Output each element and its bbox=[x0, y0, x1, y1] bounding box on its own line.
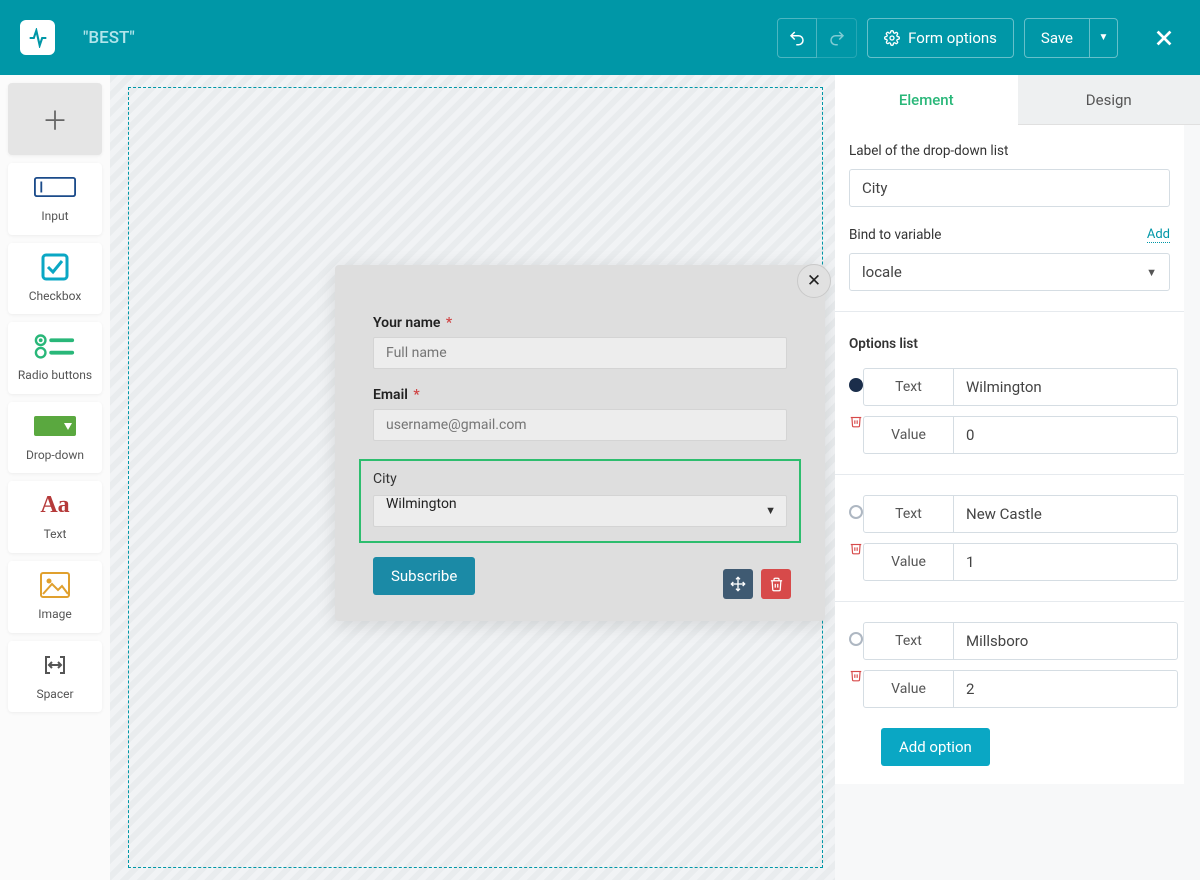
option-text-input[interactable] bbox=[954, 496, 1177, 532]
option-row: Text Value bbox=[849, 368, 1170, 454]
city-select[interactable]: Wilmington ▼ bbox=[373, 495, 787, 527]
add-variable-link[interactable]: Add bbox=[1147, 227, 1170, 243]
field-email[interactable]: Email * bbox=[373, 387, 787, 441]
form-name: "BEST" bbox=[83, 28, 135, 48]
palette-add[interactable]: ＋ bbox=[8, 83, 102, 155]
option-row: Text Value bbox=[849, 622, 1170, 708]
name-input[interactable] bbox=[373, 337, 787, 369]
option-text-key: Text bbox=[864, 496, 954, 532]
redo-button[interactable] bbox=[817, 18, 857, 58]
city-value: Wilmington bbox=[386, 496, 457, 512]
subscribe-label: Subscribe bbox=[391, 567, 457, 585]
sidebar-tabs: Element Design bbox=[835, 75, 1200, 125]
option-value-input[interactable] bbox=[954, 544, 1177, 580]
save-dropdown-button[interactable]: ▼ bbox=[1090, 18, 1118, 58]
palette-item-label: Drop-down bbox=[26, 448, 84, 464]
caret-down-icon: ▼ bbox=[1099, 32, 1109, 43]
palette-item-label: Text bbox=[44, 527, 67, 543]
palette-item-label: Radio buttons bbox=[18, 368, 92, 384]
option-value-key: Value bbox=[864, 417, 954, 453]
bind-variable-select[interactable]: locale ▼ bbox=[849, 253, 1170, 291]
option-value-key: Value bbox=[864, 671, 954, 707]
palette-item-label: Checkbox bbox=[29, 289, 82, 305]
close-editor-button[interactable] bbox=[1148, 22, 1180, 54]
tab-element[interactable]: Element bbox=[835, 75, 1018, 125]
palette-item-label: Spacer bbox=[36, 687, 73, 703]
form-preview: ✕ Your name * Email * City Wilmington ▼ … bbox=[335, 265, 825, 621]
palette-text[interactable]: Aa Text bbox=[8, 481, 102, 553]
subscribe-button[interactable]: Subscribe bbox=[373, 557, 475, 595]
element-panel: Label of the drop-down list Bind to vari… bbox=[835, 125, 1184, 784]
add-option-label: Add option bbox=[899, 738, 972, 756]
move-icon bbox=[730, 576, 746, 592]
email-input[interactable] bbox=[373, 409, 787, 441]
input-icon bbox=[34, 173, 76, 201]
radio-icon bbox=[34, 332, 76, 360]
form-options-button[interactable]: Form options bbox=[867, 18, 1014, 58]
palette-spacer[interactable]: Spacer bbox=[8, 641, 102, 713]
image-icon bbox=[34, 571, 76, 599]
form-close-button[interactable]: ✕ bbox=[797, 264, 831, 298]
palette-input[interactable]: Input bbox=[8, 163, 102, 235]
option-value-input[interactable] bbox=[954, 671, 1177, 707]
bind-variable-title: Bind to variable bbox=[849, 227, 941, 243]
delete-element-button[interactable] bbox=[761, 569, 791, 599]
palette-radio[interactable]: Radio buttons bbox=[8, 322, 102, 394]
name-label: Your name * bbox=[373, 315, 787, 331]
option-delete-button[interactable] bbox=[849, 668, 863, 686]
option-delete-button[interactable] bbox=[849, 414, 863, 432]
option-default-radio[interactable] bbox=[849, 632, 863, 646]
trash-icon bbox=[769, 577, 784, 592]
options-list-title: Options list bbox=[849, 336, 1170, 352]
text-icon: Aa bbox=[34, 491, 76, 519]
option-default-radio[interactable] bbox=[849, 505, 863, 519]
properties-sidebar: Element Design Label of the drop-down li… bbox=[835, 75, 1200, 880]
email-label: Email * bbox=[373, 387, 787, 403]
field-city-selected[interactable]: City Wilmington ▼ bbox=[359, 459, 801, 543]
bind-variable-value: locale bbox=[862, 263, 902, 281]
option-row: Text Value bbox=[849, 495, 1170, 581]
palette-checkbox[interactable]: Checkbox bbox=[8, 243, 102, 315]
separator bbox=[835, 601, 1184, 602]
plus-icon: ＋ bbox=[42, 101, 68, 138]
add-option-button[interactable]: Add option bbox=[881, 728, 990, 766]
option-text-input[interactable] bbox=[954, 369, 1177, 405]
option-value-key: Value bbox=[864, 544, 954, 580]
label-of-dropdown-title: Label of the drop-down list bbox=[849, 143, 1170, 159]
save-button[interactable]: Save bbox=[1024, 18, 1090, 58]
chevron-down-icon: ▼ bbox=[1146, 266, 1157, 279]
label-input[interactable] bbox=[849, 169, 1170, 207]
dropdown-icon bbox=[34, 412, 76, 440]
form-options-label: Form options bbox=[908, 29, 997, 47]
option-text-input[interactable] bbox=[954, 623, 1177, 659]
checkbox-icon bbox=[34, 253, 76, 281]
move-element-button[interactable] bbox=[723, 569, 753, 599]
palette-dropdown[interactable]: Drop-down bbox=[8, 402, 102, 474]
close-icon: ✕ bbox=[807, 271, 821, 291]
option-text-key: Text bbox=[864, 623, 954, 659]
separator bbox=[835, 311, 1184, 312]
element-tools bbox=[723, 569, 791, 599]
palette-image[interactable]: Image bbox=[8, 561, 102, 633]
logo bbox=[20, 20, 55, 55]
topbar-actions: Form options Save ▼ bbox=[777, 18, 1180, 58]
option-default-radio[interactable] bbox=[849, 378, 863, 392]
separator bbox=[835, 474, 1184, 475]
field-name[interactable]: Your name * bbox=[373, 315, 787, 369]
palette-item-label: Image bbox=[38, 607, 71, 623]
palette-item-label: Input bbox=[41, 209, 68, 225]
option-text-key: Text bbox=[864, 369, 954, 405]
undo-button[interactable] bbox=[777, 18, 817, 58]
city-label: City bbox=[373, 471, 787, 487]
option-delete-button[interactable] bbox=[849, 541, 863, 559]
canvas[interactable]: ✕ Your name * Email * City Wilmington ▼ … bbox=[110, 75, 835, 880]
topbar: "BEST" Form options Save ▼ bbox=[0, 0, 1200, 75]
tab-design[interactable]: Design bbox=[1018, 75, 1200, 125]
element-palette: ＋ Input Checkbox Radio buttons Drop-down… bbox=[0, 75, 110, 880]
chevron-down-icon: ▼ bbox=[765, 504, 776, 517]
save-label: Save bbox=[1041, 29, 1073, 47]
option-value-input[interactable] bbox=[954, 417, 1177, 453]
spacer-icon bbox=[34, 651, 76, 679]
gear-icon bbox=[884, 30, 900, 46]
